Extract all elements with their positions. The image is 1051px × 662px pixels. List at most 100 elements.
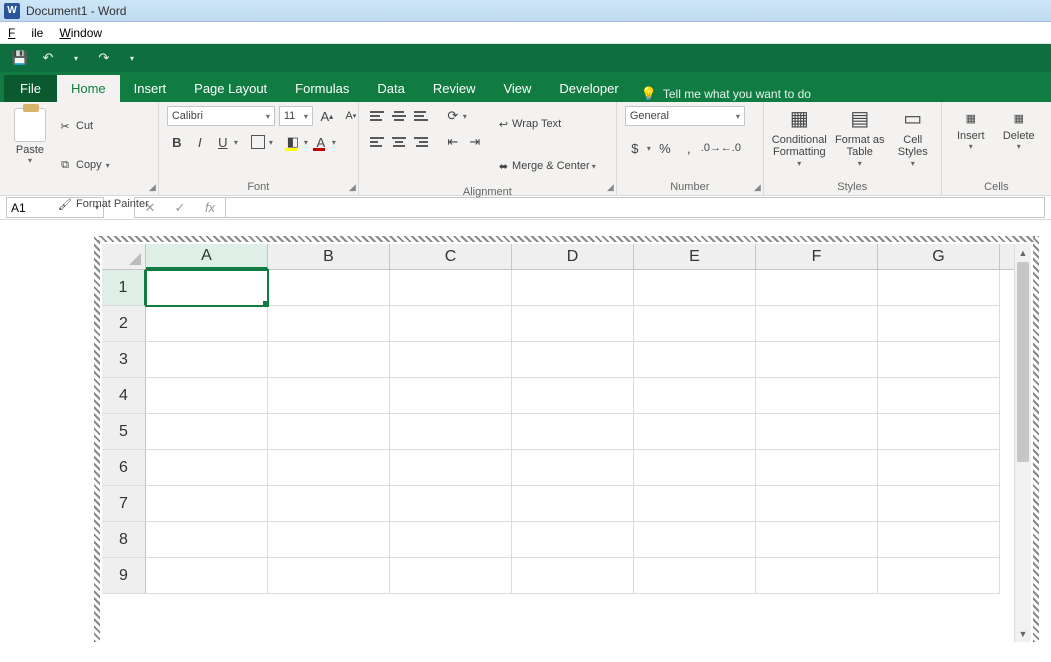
cell-C3[interactable] [390, 342, 512, 378]
cell-B6[interactable] [268, 450, 390, 486]
cell-B9[interactable] [268, 558, 390, 594]
decrease-decimal-button[interactable]: ←.0 [723, 138, 739, 158]
cell-D9[interactable] [512, 558, 634, 594]
align-bottom-button[interactable] [411, 108, 431, 124]
tab-developer[interactable]: Developer [545, 75, 632, 102]
cell-G1[interactable] [878, 270, 1000, 306]
enter-formula-button[interactable]: ✓ [165, 200, 195, 216]
orientation-button[interactable]: ⟳ [443, 106, 463, 126]
cell-D2[interactable] [512, 306, 634, 342]
font-color-button[interactable]: A [311, 132, 331, 152]
tab-formulas[interactable]: Formulas [281, 75, 363, 102]
cell-G7[interactable] [878, 486, 1000, 522]
undo-dropdown-icon[interactable]: ▾ [66, 48, 86, 68]
underline-button[interactable]: U [213, 132, 233, 152]
cell-F3[interactable] [756, 342, 878, 378]
cell-D3[interactable] [512, 342, 634, 378]
row-header-5[interactable]: 5 [102, 414, 146, 450]
alignment-dialog-launcher[interactable]: ◢ [607, 182, 614, 193]
grid-body[interactable]: 123456789 [102, 270, 1014, 642]
cell-E2[interactable] [634, 306, 756, 342]
cell-E8[interactable] [634, 522, 756, 558]
cell-E9[interactable] [634, 558, 756, 594]
cell-C5[interactable] [390, 414, 512, 450]
column-header-c[interactable]: C [390, 244, 512, 269]
delete-cells-button[interactable]: ▦ Delete▾ [998, 106, 1040, 151]
cell-A2[interactable] [146, 306, 268, 342]
tab-data[interactable]: Data [363, 75, 418, 102]
cell-B2[interactable] [268, 306, 390, 342]
redo-icon[interactable]: ↷ [94, 48, 114, 68]
cell-A9[interactable] [146, 558, 268, 594]
column-header-e[interactable]: E [634, 244, 756, 269]
cell-F5[interactable] [756, 414, 878, 450]
cell-D7[interactable] [512, 486, 634, 522]
cell-E6[interactable] [634, 450, 756, 486]
tab-home[interactable]: Home [57, 75, 120, 102]
row-header-1[interactable]: 1 [102, 270, 146, 306]
tab-insert[interactable]: Insert [120, 75, 181, 102]
percent-format-button[interactable]: % [655, 138, 675, 158]
save-icon[interactable]: 💾 [10, 48, 30, 68]
font-size-combo[interactable]: 11▾ [279, 106, 313, 126]
select-all-corner[interactable] [102, 244, 146, 269]
cell-B8[interactable] [268, 522, 390, 558]
cell-B7[interactable] [268, 486, 390, 522]
insert-function-button[interactable]: fx [195, 200, 225, 215]
cell-B1[interactable] [268, 270, 390, 306]
cell-G4[interactable] [878, 378, 1000, 414]
clipboard-dialog-launcher[interactable]: ◢ [149, 182, 156, 193]
vertical-scrollbar[interactable]: ▲ ▼ [1014, 244, 1031, 642]
cell-C1[interactable] [390, 270, 512, 306]
tab-view[interactable]: View [489, 75, 545, 102]
cell-E7[interactable] [634, 486, 756, 522]
cell-C7[interactable] [390, 486, 512, 522]
row-header-8[interactable]: 8 [102, 522, 146, 558]
copy-button[interactable]: ⧉Copy▾ [58, 147, 149, 183]
decrease-indent-button[interactable]: ⇤ [443, 132, 463, 152]
bold-button[interactable]: B [167, 132, 187, 152]
chevron-down-icon[interactable]: ▾ [463, 112, 467, 121]
cut-button[interactable]: ✂Cut [58, 108, 149, 144]
italic-button[interactable]: I [190, 132, 210, 152]
cell-G8[interactable] [878, 522, 1000, 558]
insert-cells-button[interactable]: ▦ Insert▾ [950, 106, 992, 151]
cell-D1[interactable] [512, 270, 634, 306]
align-right-button[interactable] [411, 134, 431, 150]
fill-color-button[interactable]: ◧ [283, 132, 303, 152]
cell-B3[interactable] [268, 342, 390, 378]
font-name-combo[interactable]: Calibri▾ [167, 106, 275, 126]
increase-decimal-button[interactable]: .0→ [703, 138, 719, 158]
tab-file[interactable]: File [4, 75, 57, 102]
scroll-thumb[interactable] [1017, 262, 1029, 462]
cell-E5[interactable] [634, 414, 756, 450]
cell-C2[interactable] [390, 306, 512, 342]
format-as-table-button[interactable]: ▤ Format as Table▾ [833, 106, 887, 169]
row-header-7[interactable]: 7 [102, 486, 146, 522]
scroll-down-arrow[interactable]: ▼ [1015, 625, 1031, 642]
cell-F8[interactable] [756, 522, 878, 558]
cell-C4[interactable] [390, 378, 512, 414]
cell-A5[interactable] [146, 414, 268, 450]
row-header-3[interactable]: 3 [102, 342, 146, 378]
menu-window[interactable]: Window [59, 26, 102, 40]
cell-G3[interactable] [878, 342, 1000, 378]
cell-F2[interactable] [756, 306, 878, 342]
align-center-button[interactable] [389, 134, 409, 150]
cell-F1[interactable] [756, 270, 878, 306]
column-header-b[interactable]: B [268, 244, 390, 269]
cell-A3[interactable] [146, 342, 268, 378]
cell-D6[interactable] [512, 450, 634, 486]
align-middle-button[interactable] [389, 108, 409, 124]
column-header-g[interactable]: G [878, 244, 1000, 269]
cell-B4[interactable] [268, 378, 390, 414]
cell-C9[interactable] [390, 558, 512, 594]
row-header-2[interactable]: 2 [102, 306, 146, 342]
number-format-combo[interactable]: General▾ [625, 106, 745, 126]
cell-C6[interactable] [390, 450, 512, 486]
number-dialog-launcher[interactable]: ◢ [754, 182, 761, 193]
chevron-down-icon[interactable]: ▾ [332, 138, 336, 147]
menu-file[interactable]: File [8, 26, 43, 40]
column-header-a[interactable]: A [146, 244, 268, 269]
chevron-down-icon[interactable]: ▾ [304, 138, 308, 147]
